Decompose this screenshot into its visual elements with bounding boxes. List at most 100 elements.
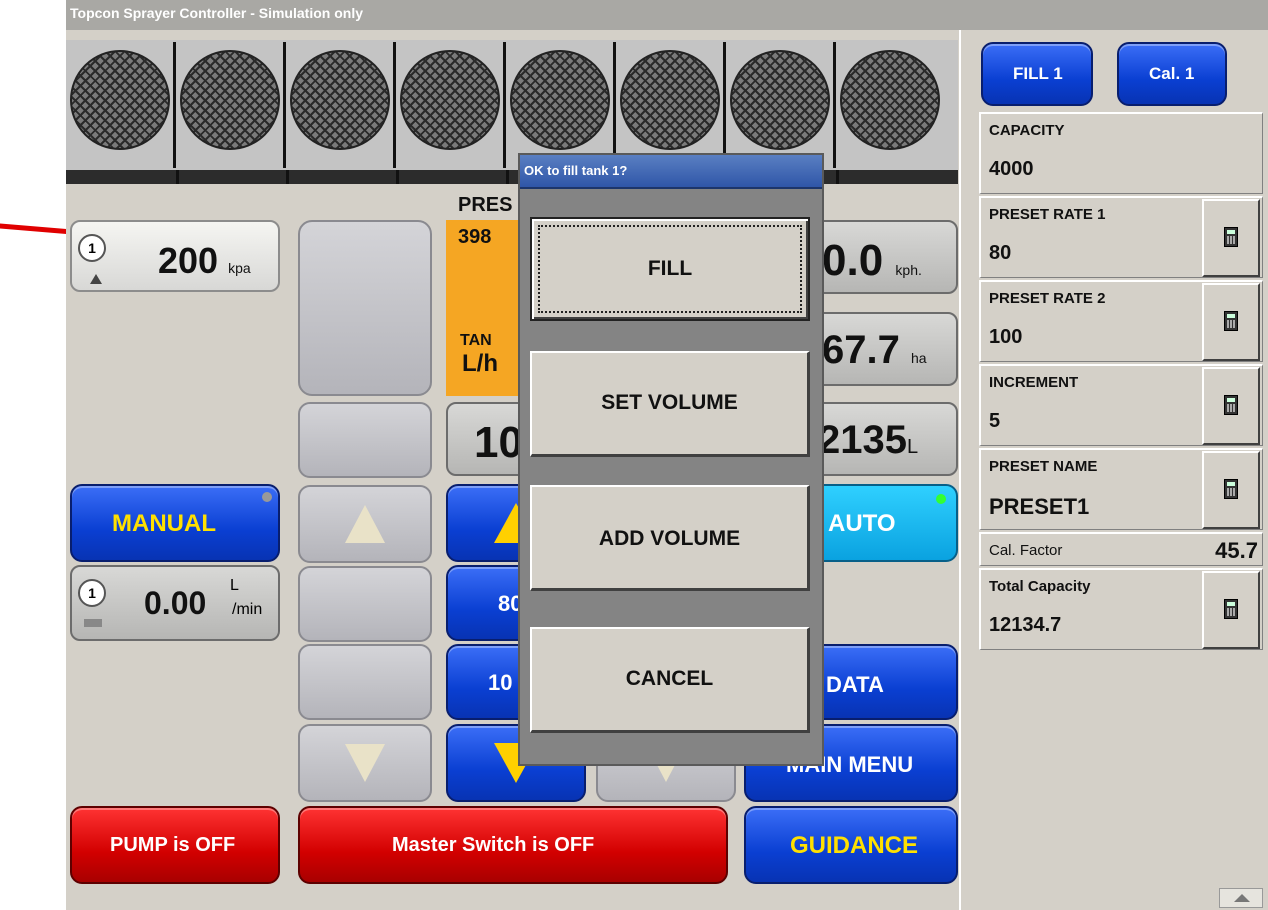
total-capacity-field: Total Capacity 12134.7 bbox=[979, 568, 1263, 650]
preset-rate-1-value: 80 bbox=[989, 242, 1012, 264]
scroll-up-button[interactable] bbox=[1219, 888, 1263, 908]
cal-factor-value: 45.7 bbox=[1215, 538, 1258, 563]
flow-gauge: 1 0.00 L /min bbox=[70, 565, 280, 641]
preset-name-field: PRESET NAME PRESET1 bbox=[979, 448, 1263, 530]
add-volume-button-label: ADD VOLUME bbox=[598, 527, 741, 550]
set-volume-button-label: SET VOLUME bbox=[601, 391, 738, 414]
boom-section-6[interactable] bbox=[616, 42, 726, 168]
tank-volume-unit: L bbox=[906, 436, 919, 458]
speed-value: 0.0 bbox=[822, 236, 884, 285]
preset-value: 398 bbox=[458, 226, 492, 248]
preset-100-label: 10 bbox=[488, 670, 513, 695]
boom-sections bbox=[66, 40, 958, 184]
sensor-number: 1 bbox=[78, 579, 106, 607]
tank-volume-value: 2135 bbox=[818, 418, 907, 462]
preset-rate-2-value: 100 bbox=[989, 326, 1023, 348]
boom-section-3[interactable] bbox=[286, 42, 396, 168]
increment-field: INCREMENT 5 bbox=[979, 364, 1263, 446]
boom-section-5[interactable] bbox=[506, 42, 616, 168]
calculator-icon bbox=[1224, 395, 1238, 415]
preset-rate-1-label: PRESET RATE 1 bbox=[989, 206, 1106, 223]
empty-slot bbox=[298, 566, 432, 642]
pump-button[interactable]: PUMP is OFF bbox=[70, 806, 280, 884]
dialog-title: OK to fill tank 1? bbox=[520, 155, 822, 189]
boom-up-button[interactable] bbox=[298, 485, 432, 563]
preset-label: PRES bbox=[458, 194, 513, 216]
calculator-icon bbox=[1224, 227, 1238, 247]
nozzle-icon bbox=[620, 50, 720, 150]
up-arrow-icon bbox=[345, 505, 385, 543]
boom-section-2[interactable] bbox=[176, 42, 286, 168]
pressure-value: 200 bbox=[158, 240, 219, 281]
boom-section-8[interactable] bbox=[836, 42, 946, 168]
sprayer-controller-window: Topcon Sprayer Controller - Simulation o… bbox=[66, 0, 1268, 910]
master-switch-label: Master Switch is OFF bbox=[392, 834, 595, 856]
capacity-field: CAPACITY 4000 bbox=[979, 112, 1263, 194]
sensor-number: 1 bbox=[78, 234, 106, 262]
preset-name-value: PRESET1 bbox=[989, 494, 1090, 519]
calculator-icon bbox=[1224, 311, 1238, 331]
boom-section-4[interactable] bbox=[396, 42, 506, 168]
guidance-button[interactable]: GUIDANCE bbox=[744, 806, 958, 884]
set-volume-button[interactable]: SET VOLUME bbox=[530, 351, 810, 457]
increment-value: 5 bbox=[989, 410, 1001, 432]
total-capacity-calculator-button[interactable] bbox=[1202, 571, 1260, 649]
down-arrow-icon bbox=[345, 744, 385, 782]
window-title: Topcon Sprayer Controller - Simulation o… bbox=[66, 0, 1268, 30]
calculator-icon bbox=[1224, 599, 1238, 619]
manual-button[interactable]: MANUAL bbox=[70, 484, 280, 562]
left-panel: 1 200 kpa PRES 398 TAN L/h 0.0 kph. 67.7… bbox=[66, 30, 959, 910]
flow-value: 0.00 bbox=[144, 585, 207, 621]
fill-tank-dialog: OK to fill tank 1? FILL SET VOLUME ADD V… bbox=[518, 153, 824, 766]
up-indicator-icon bbox=[90, 274, 102, 284]
pressure-unit: kpa bbox=[228, 260, 251, 276]
capacity-label: CAPACITY bbox=[989, 122, 1065, 139]
cal-factor-label: Cal. Factor bbox=[989, 542, 1063, 559]
pressure-gauge[interactable]: 1 200 kpa bbox=[70, 220, 280, 292]
fill-button-label: FILL bbox=[647, 257, 693, 280]
boom-section-1[interactable] bbox=[66, 42, 176, 168]
speed-unit: kph. bbox=[895, 262, 922, 278]
data-label: DATA bbox=[826, 672, 884, 697]
status-led-icon bbox=[936, 494, 946, 504]
tab-fill-1[interactable]: FILL 1 bbox=[981, 42, 1093, 106]
increment-calculator-button[interactable] bbox=[1202, 367, 1260, 445]
preset-name-calculator-button[interactable] bbox=[1202, 451, 1260, 529]
area-value: 67.7 bbox=[822, 328, 900, 372]
nozzle-icon bbox=[510, 50, 610, 150]
increment-label: INCREMENT bbox=[989, 374, 1079, 391]
area-unit: ha bbox=[910, 350, 927, 366]
preset-panel[interactable]: 398 TAN L/h bbox=[446, 220, 522, 396]
boom-down-button[interactable] bbox=[298, 724, 432, 802]
boom-section-7[interactable] bbox=[726, 42, 836, 168]
master-switch-button[interactable]: Master Switch is OFF bbox=[298, 806, 728, 884]
rate-display-value: 10 bbox=[474, 418, 523, 467]
cancel-button[interactable]: CANCEL bbox=[530, 627, 810, 733]
tab-fill-1-label: FILL 1 bbox=[1013, 64, 1063, 83]
total-capacity-value: 12134.7 bbox=[989, 614, 1062, 636]
nozzle-icon bbox=[730, 50, 830, 150]
cal-factor-field: Cal. Factor 45.7 bbox=[979, 532, 1263, 566]
nozzle-icon bbox=[70, 50, 170, 150]
total-capacity-label: Total Capacity bbox=[989, 578, 1091, 595]
add-volume-button[interactable]: ADD VOLUME bbox=[530, 485, 810, 591]
auto-label: AUTO bbox=[828, 510, 896, 537]
cancel-button-label: CANCEL bbox=[625, 667, 714, 690]
tab-cal-1[interactable]: Cal. 1 bbox=[1117, 42, 1227, 106]
preset-rate-1-calculator-button[interactable] bbox=[1202, 199, 1260, 277]
pump-label: PUMP is OFF bbox=[110, 834, 236, 856]
empty-slot bbox=[298, 644, 432, 720]
flow-indicator-icon bbox=[84, 619, 102, 627]
preset-rate-2-calculator-button[interactable] bbox=[1202, 283, 1260, 361]
nozzle-icon bbox=[840, 50, 940, 150]
tank-label: TAN bbox=[460, 332, 492, 349]
rate-unit: L/h bbox=[462, 350, 498, 377]
fill-button[interactable]: FILL bbox=[530, 217, 810, 321]
boom-bar bbox=[66, 170, 958, 184]
preset-rate-2-field: PRESET RATE 2 100 bbox=[979, 280, 1263, 362]
calculator-icon bbox=[1224, 479, 1238, 499]
tab-cal-1-label: Cal. 1 bbox=[1149, 64, 1195, 83]
preset-name-label: PRESET NAME bbox=[989, 458, 1098, 475]
preset-rate-1-field: PRESET RATE 1 80 bbox=[979, 196, 1263, 278]
nozzle-icon bbox=[290, 50, 390, 150]
